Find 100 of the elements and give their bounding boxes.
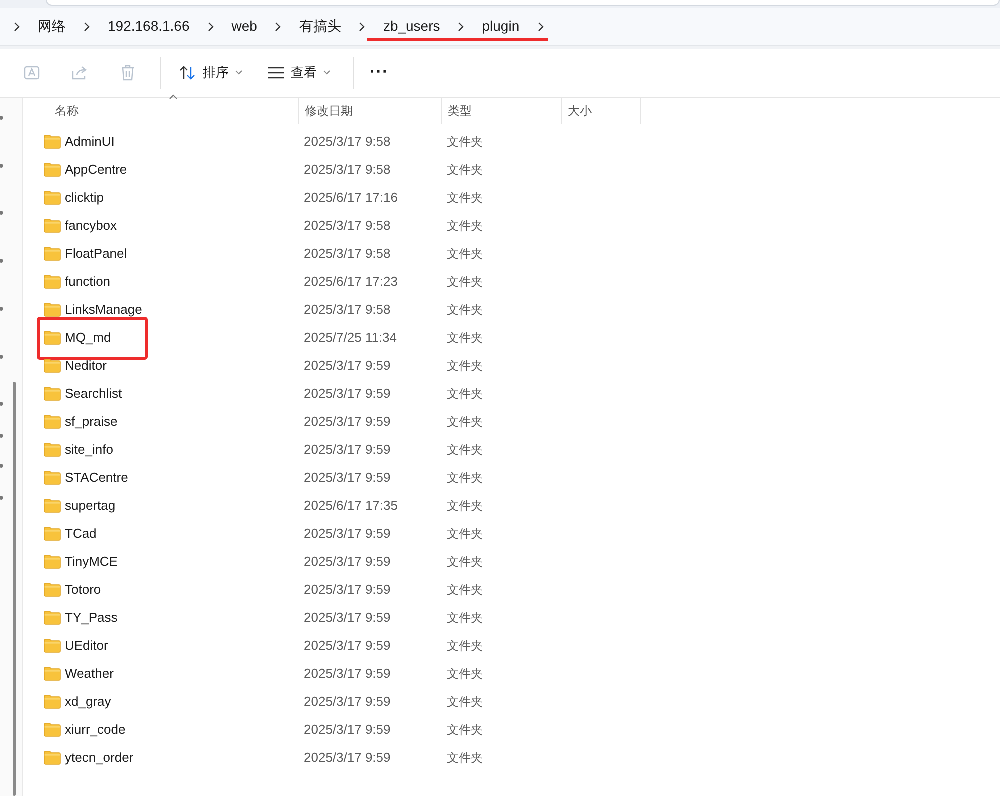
type-cell-text: 文件夹 xyxy=(446,246,484,263)
file-name[interactable]: xiurr_code xyxy=(65,720,126,740)
file-name[interactable]: ytecn_order xyxy=(65,748,134,768)
type-cell-text: 文件夹 xyxy=(446,638,484,655)
type-cell-text: 文件夹 xyxy=(446,330,484,347)
chevron-icon[interactable] xyxy=(273,22,284,32)
scrollbar-thumb[interactable] xyxy=(13,382,16,796)
file-name[interactable]: Searchlist xyxy=(65,384,122,404)
date-cell-text: 2025/3/17 9:59 xyxy=(303,637,392,656)
breadcrumb-item[interactable]: web xyxy=(216,16,274,37)
file-name[interactable]: LinksManage xyxy=(65,300,142,320)
folder-icon xyxy=(44,723,61,737)
date-cell-text: 2025/3/17 9:59 xyxy=(303,357,392,376)
type-cell-text: 文件夹 xyxy=(446,470,484,487)
file-name[interactable]: TCad xyxy=(65,524,97,544)
breadcrumb-item[interactable]: zb_users xyxy=(367,16,456,37)
folder-icon xyxy=(44,443,61,457)
file-name[interactable]: Neditor xyxy=(65,356,107,376)
date-cell-text: 2025/3/17 9:58 xyxy=(303,217,392,236)
folder-icon xyxy=(44,163,61,177)
file-name[interactable]: FloatPanel xyxy=(65,244,128,264)
file-name[interactable]: function xyxy=(65,272,111,292)
date-cell-text: 2025/3/17 9:58 xyxy=(303,161,392,180)
folder-icon xyxy=(44,415,61,429)
folder-icon xyxy=(44,359,61,373)
file-name[interactable]: MQ_md xyxy=(65,328,112,348)
type-cell-text: 文件夹 xyxy=(446,554,484,571)
folder-icon xyxy=(44,751,61,765)
column-header[interactable]: 大小 xyxy=(561,98,641,124)
folder-icon xyxy=(44,275,61,289)
date-cell-text: 2025/3/17 9:58 xyxy=(303,245,392,264)
folder-icon xyxy=(44,555,61,569)
type-cell-text: 文件夹 xyxy=(446,498,484,515)
file-name[interactable]: AppCentre xyxy=(65,160,128,180)
type-cell-text: 文件夹 xyxy=(446,134,484,151)
list-lines-icon xyxy=(267,66,285,80)
chevron-icon[interactable] xyxy=(82,22,92,32)
breadcrumb-item[interactable]: 有搞头 xyxy=(283,16,358,37)
type-cell-text: 文件夹 xyxy=(446,722,484,739)
folder-icon xyxy=(44,135,61,149)
folder-icon xyxy=(44,471,61,485)
sort-button[interactable]: 排序 xyxy=(171,57,251,89)
folder-icon xyxy=(44,303,61,317)
date-cell-text: 2025/3/17 9:59 xyxy=(303,441,392,460)
date-cell-text: 2025/3/17 9:59 xyxy=(303,665,392,684)
date-cell-text: 2025/6/17 17:16 xyxy=(303,189,399,208)
column-header[interactable]: 名称 xyxy=(23,98,298,124)
file-name[interactable]: sf_praise xyxy=(65,412,118,432)
file-name[interactable]: site_info xyxy=(65,440,114,460)
file-name[interactable]: supertag xyxy=(65,496,116,516)
date-cell-text: 2025/3/17 9:59 xyxy=(303,385,392,404)
type-cell-text: 文件夹 xyxy=(446,694,484,711)
breadcrumb-item[interactable]: 192.168.1.66 xyxy=(92,16,206,37)
date-cell-text: 2025/3/17 9:59 xyxy=(303,693,392,712)
folder-icon xyxy=(44,331,61,345)
chevron-icon[interactable] xyxy=(536,22,546,32)
date-cell-text: 2025/3/17 9:59 xyxy=(303,553,392,572)
sort-arrows-icon xyxy=(179,65,197,81)
type-cell-text: 文件夹 xyxy=(446,162,484,179)
column-header[interactable]: 修改日期 xyxy=(298,98,441,124)
type-cell-text: 文件夹 xyxy=(446,610,484,627)
file-name[interactable]: STACentre xyxy=(65,468,128,488)
file-name[interactable]: TY_Pass xyxy=(65,608,118,628)
file-name[interactable]: clicktip xyxy=(65,188,104,208)
type-cell-text: 文件夹 xyxy=(446,190,484,207)
date-cell-text: 2025/3/17 9:59 xyxy=(303,581,392,600)
type-cell-text: 文件夹 xyxy=(446,750,484,767)
file-name[interactable]: AdminUI xyxy=(65,132,115,152)
breadcrumb-item[interactable]: 网络 xyxy=(22,16,82,37)
breadcrumb-item[interactable]: plugin xyxy=(466,16,536,37)
file-name[interactable]: xd_gray xyxy=(65,692,112,712)
view-button[interactable]: 查看 xyxy=(259,57,339,89)
sort-caret-icon xyxy=(169,94,178,100)
type-cell-text: 文件夹 xyxy=(446,582,484,599)
date-cell-text: 2025/3/17 9:59 xyxy=(303,525,392,544)
chevron-icon[interactable] xyxy=(357,22,368,32)
type-cell-text: 文件夹 xyxy=(446,386,484,403)
type-cell-text: 文件夹 xyxy=(446,218,484,235)
folder-icon xyxy=(44,583,61,597)
file-name[interactable]: UEditor xyxy=(65,636,108,656)
chevron-icon[interactable] xyxy=(456,22,466,32)
folder-icon xyxy=(44,639,61,653)
column-header[interactable]: 类型 xyxy=(441,98,561,124)
folder-icon xyxy=(44,667,61,681)
folder-icon xyxy=(44,247,61,261)
date-cell-text: 2025/3/17 9:59 xyxy=(303,469,392,488)
file-name[interactable]: Weather xyxy=(65,664,114,684)
caret-icon xyxy=(235,70,243,76)
date-cell-text: 2025/6/17 17:35 xyxy=(303,497,399,516)
chevron-icon[interactable] xyxy=(12,22,22,32)
type-cell-text: 文件夹 xyxy=(446,358,484,375)
chevron-icon[interactable] xyxy=(206,22,216,32)
type-cell-text: 文件夹 xyxy=(446,414,484,431)
type-cell-text: 文件夹 xyxy=(446,666,484,683)
file-name[interactable]: fancybox xyxy=(65,216,118,236)
file-name[interactable]: TinyMCE xyxy=(65,552,118,572)
date-cell-text: 2025/3/17 9:59 xyxy=(303,413,392,432)
more-button[interactable]: ··· xyxy=(360,57,399,89)
file-name[interactable]: Totoro xyxy=(65,580,102,600)
folder-icon xyxy=(44,191,61,205)
